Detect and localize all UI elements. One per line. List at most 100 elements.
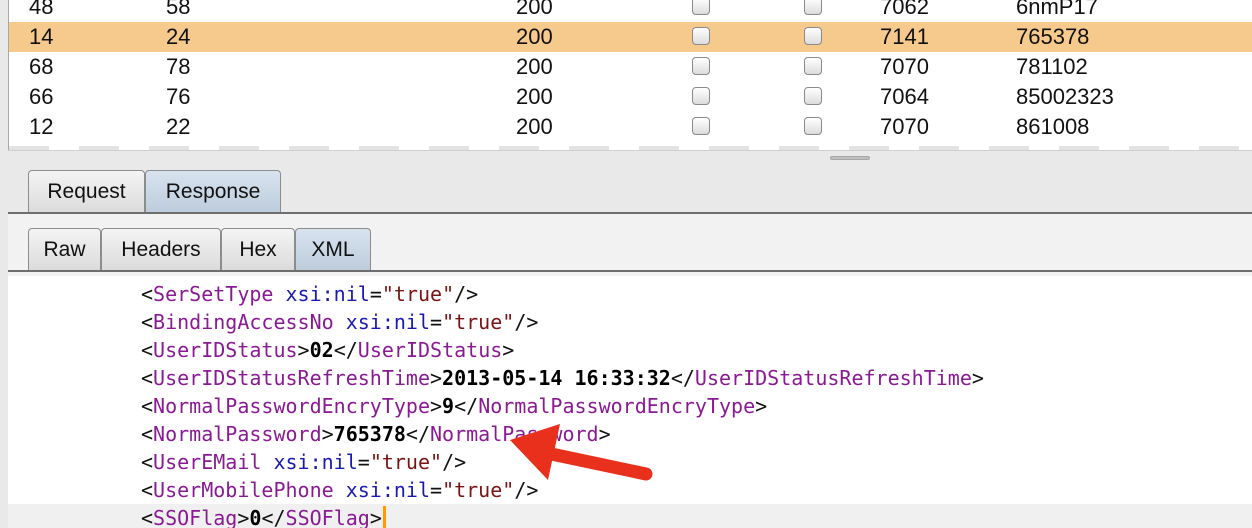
xml-token: <	[141, 394, 154, 418]
xml-token: NormalPasswordEncryType	[478, 394, 756, 418]
tab-hex[interactable]: Hex	[221, 228, 295, 272]
table-row[interactable]: 68 78 200 7070 781102	[9, 52, 1252, 82]
checkbox[interactable]	[692, 0, 710, 15]
xml-token: UserIDStatusRefreshTime	[694, 366, 972, 390]
xml-token: SSOFlag	[153, 506, 238, 528]
xml-token	[334, 478, 346, 502]
xml-token: <	[141, 366, 154, 390]
xml-line: <SerSetType xsi:nil="true"/>	[141, 280, 478, 308]
table-cell: 66	[29, 84, 54, 109]
xml-token: >	[237, 506, 250, 528]
xml-token: >	[755, 394, 768, 418]
table-row[interactable]: 48 58 200 7062 6nmP17	[9, 0, 1252, 22]
xml-token: <	[141, 422, 154, 446]
table-cell: 12	[29, 114, 54, 139]
table-cell: 200	[516, 0, 553, 19]
xml-token: />	[514, 478, 539, 502]
xml-token: >	[598, 422, 611, 446]
xml-token: </	[333, 338, 358, 362]
tab-divider	[8, 270, 1252, 272]
xml-token: 02	[309, 338, 334, 362]
xml-token: >	[297, 338, 310, 362]
xml-token: </	[261, 506, 286, 528]
checkbox[interactable]	[804, 117, 822, 135]
checkbox[interactable]	[692, 57, 710, 75]
table-cell: 24	[166, 24, 191, 49]
xml-token: />	[454, 282, 479, 306]
checkbox[interactable]	[804, 57, 822, 75]
table-cell: 58	[166, 0, 191, 19]
xml-token: <	[141, 478, 154, 502]
xml-line: <UserIDStatusRefreshTime>2013-05-14 16:3…	[141, 364, 984, 392]
table-cell: 200	[516, 54, 553, 79]
xml-token: xsi:nil	[285, 282, 370, 306]
xml-token: <	[141, 282, 154, 306]
xml-token: =	[369, 282, 382, 306]
checkbox[interactable]	[692, 87, 710, 105]
table-row[interactable]: 66 76 200 7064 85002323	[9, 82, 1252, 112]
table-cell: 14	[29, 24, 54, 49]
xml-token: xsi:nil	[273, 450, 358, 474]
xml-token: 765378	[333, 422, 406, 446]
xml-line: <SSOFlag>0</SSOFlag>	[8, 504, 1252, 528]
xml-token: =	[430, 478, 443, 502]
xml-token: >	[430, 394, 443, 418]
xml-token: 9	[442, 394, 455, 418]
xml-token: SerSetType	[153, 282, 274, 306]
table-cell: 200	[516, 114, 553, 139]
checkbox[interactable]	[804, 0, 822, 15]
xml-line: <BindingAccessNo xsi:nil="true"/>	[141, 308, 538, 336]
view-tabs: Raw Headers Hex XML	[8, 228, 1252, 272]
xml-token: =	[357, 450, 370, 474]
tab-xml[interactable]: XML	[295, 228, 371, 272]
tab-headers[interactable]: Headers	[101, 228, 221, 272]
tab-response[interactable]: Response	[145, 170, 281, 214]
xml-token	[261, 450, 273, 474]
xml-editor[interactable]: <SerSetType xsi:nil="true"/> <BindingAcce…	[8, 276, 1252, 528]
checkbox[interactable]	[804, 87, 822, 105]
table-cell: 78	[166, 54, 191, 79]
table-cell: 85002323	[1016, 84, 1114, 109]
xml-token: <	[141, 450, 154, 474]
pane-splitter[interactable]	[8, 150, 1252, 165]
xml-token: >	[369, 506, 382, 528]
tab-request[interactable]: Request	[28, 170, 145, 214]
xml-token: UserMobilePhone	[153, 478, 334, 502]
table-cell: 200	[516, 84, 553, 109]
splitter-handle-icon[interactable]	[830, 156, 870, 160]
xml-token: BindingAccessNo	[153, 310, 334, 334]
tab-raw[interactable]: Raw	[28, 228, 101, 272]
xml-token: <	[141, 338, 154, 362]
xml-token: "true"	[442, 310, 515, 334]
xml-token: >	[430, 366, 443, 390]
table-cell: 76	[166, 84, 191, 109]
xml-token: "true"	[381, 282, 455, 306]
xml-token	[273, 282, 285, 306]
table-cell: 22	[166, 114, 191, 139]
table-row[interactable]: 14 24 200 7141 765378	[9, 22, 1252, 52]
xml-token: </	[670, 366, 695, 390]
xml-token: UserIDStatusRefreshTime	[153, 366, 430, 390]
results-table: 12 22 200 7070 861008 66 76 200 7064 85002323 68 78…	[8, 0, 1252, 150]
xml-token: "true"	[442, 478, 515, 502]
table-row[interactable]: 12 22 200 7070 861008	[9, 112, 1252, 142]
table-cell: 7062	[880, 0, 929, 19]
xml-token: >	[971, 366, 984, 390]
xml-token: />	[442, 450, 467, 474]
xml-token: UserEMail	[153, 450, 262, 474]
xml-token: />	[514, 310, 539, 334]
checkbox[interactable]	[692, 27, 710, 45]
xml-token: </	[454, 394, 479, 418]
checkbox[interactable]	[692, 117, 710, 135]
table-cell: 6nmP17	[1016, 0, 1098, 19]
xml-token: xsi:nil	[345, 478, 431, 502]
xml-token: UserIDStatus	[153, 338, 298, 362]
xml-token: </	[405, 422, 431, 446]
table-cell: 7064	[880, 84, 929, 109]
xml-token: <	[141, 506, 154, 528]
checkbox[interactable]	[804, 27, 822, 45]
table-cell: 7070	[880, 54, 929, 79]
xml-token: 0	[249, 506, 262, 528]
xml-token: 2013-05-14 16:33:32	[442, 366, 671, 390]
xml-token: xsi:nil	[345, 310, 431, 334]
